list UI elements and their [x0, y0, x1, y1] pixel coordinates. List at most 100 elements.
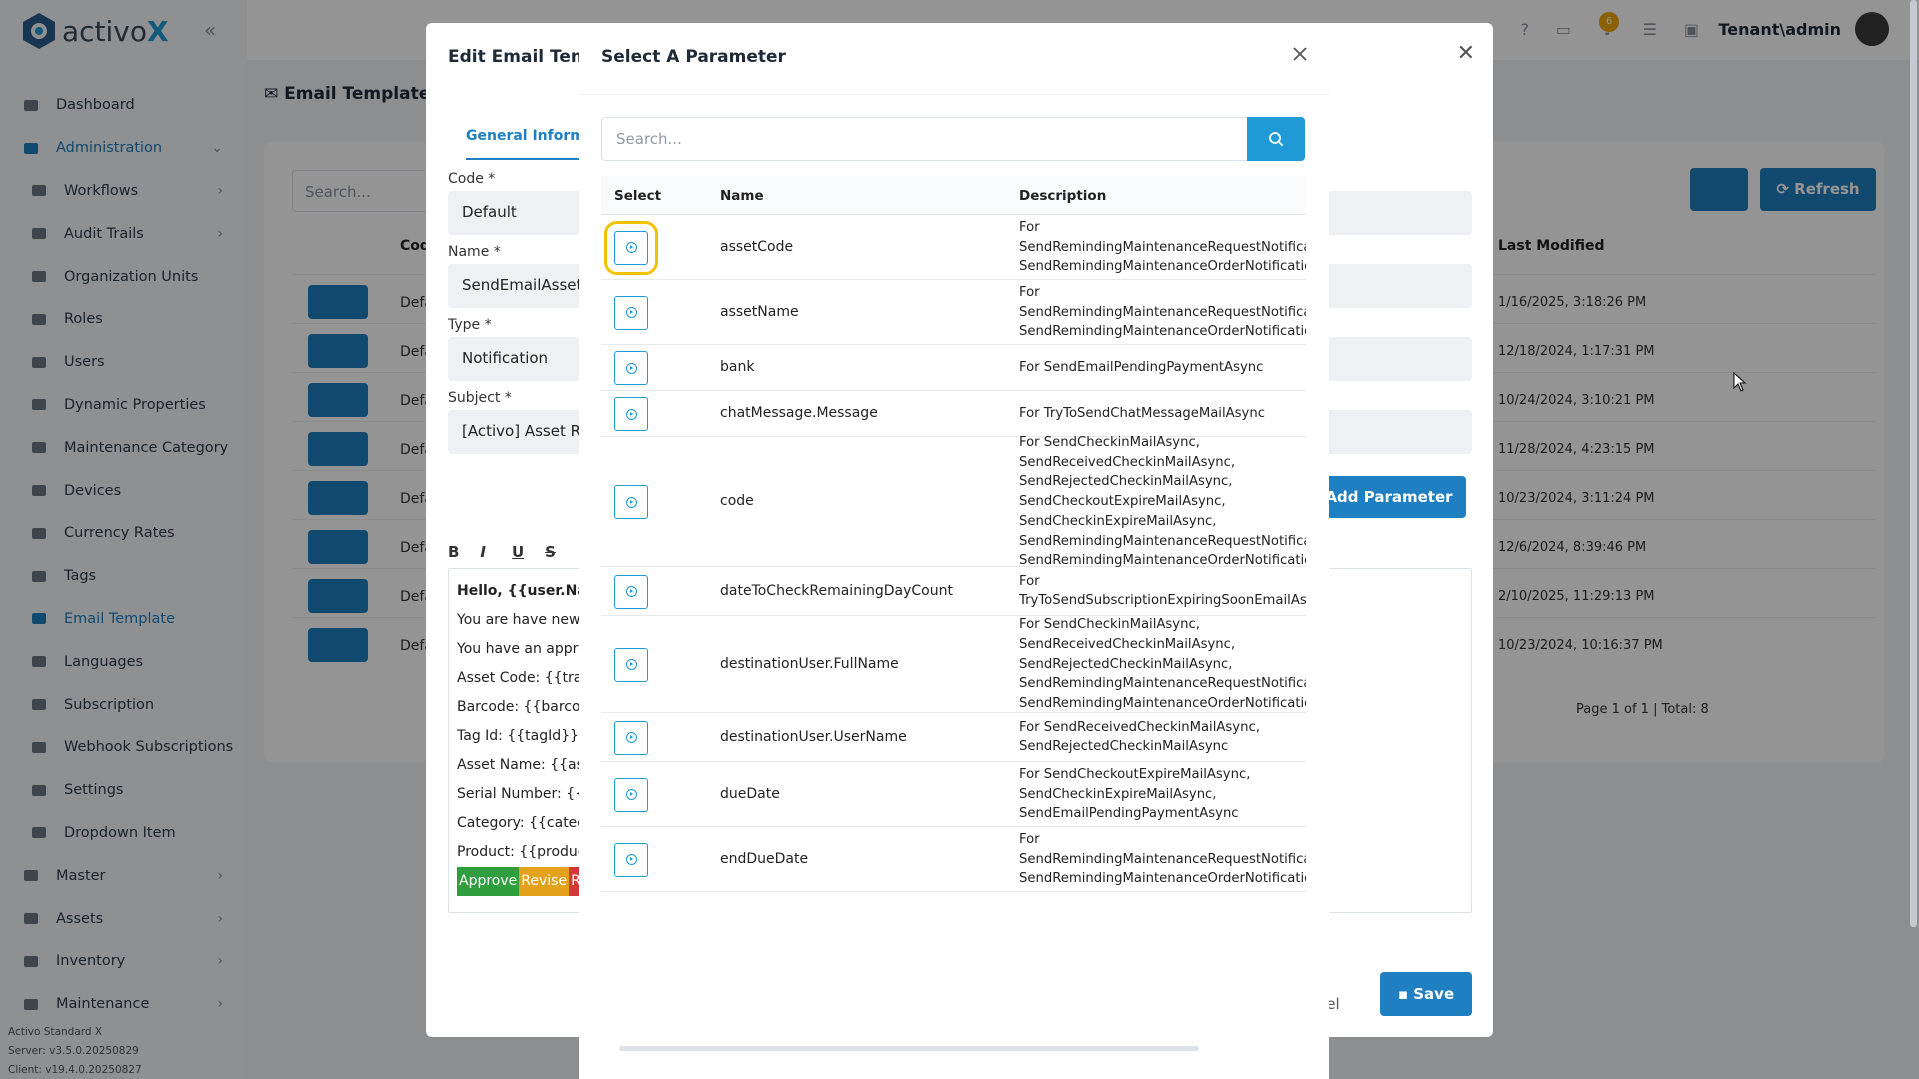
- parameter-name: code: [720, 493, 754, 509]
- play-circle-icon: [625, 659, 637, 670]
- param-search-button[interactable]: [1247, 117, 1305, 161]
- select-parameter-button[interactable]: [614, 485, 648, 519]
- play-circle-icon: [625, 586, 637, 597]
- select-parameter-button[interactable]: [614, 842, 648, 877]
- description-line: SendRejectedCheckinMailAsync,: [1019, 474, 1233, 490]
- description-line: For TryToSendChatMessageMailAsync: [1019, 406, 1265, 422]
- table-row: chatMessage.Message For TryToSendChatMess…: [601, 391, 1306, 437]
- description-line: SendRemindingMaintenanceRequestNotificat…: [1019, 239, 1306, 255]
- table-row: dateToCheckRemainingDayCount For TryToSend…: [601, 567, 1306, 616]
- description-line: SendReceivedCheckinMailAsync,: [1019, 636, 1236, 652]
- parameter-name: assetName: [720, 303, 799, 320]
- subject-label: Subject *: [448, 390, 512, 406]
- parameter-table: Select Name Description assetCode For Send…: [601, 176, 1306, 1043]
- description-line: SendRemindingMaintenanceOrderNotificatio…: [1019, 696, 1306, 712]
- parameter-description: For SendRemindingMaintenanceRequestNotifi…: [1019, 830, 1306, 889]
- parameter-description: For SendCheckoutExpireMailAsync, SendChec…: [1019, 765, 1306, 824]
- description-line: SendRemindingMaintenanceRequestNotificat…: [1019, 304, 1306, 320]
- parameter-name: destinationUser.FullName: [720, 655, 899, 672]
- table-row: bank For SendEmailPendingPaymentAsync: [601, 345, 1306, 391]
- select-parameter-button[interactable]: [614, 295, 648, 330]
- select-parameter-button[interactable]: [614, 777, 648, 812]
- parameter-description: For SendCheckinMailAsync, SendReceivedChe…: [1019, 615, 1306, 714]
- param-modal-title: Select A Parameter: [601, 47, 786, 67]
- strikethrough-icon[interactable]: S: [545, 543, 556, 561]
- description-line: SendCheckoutExpireMailAsync,: [1019, 494, 1226, 510]
- window-scrollbar[interactable]: [1910, 0, 1917, 927]
- approve-link[interactable]: Approve: [457, 867, 520, 896]
- parameter-name: dateToCheckRemainingDayCount: [720, 582, 953, 599]
- bold-icon[interactable]: B: [448, 543, 459, 561]
- play-circle-icon: [625, 732, 637, 743]
- table-header: Select Name Description: [601, 176, 1306, 215]
- parameter-name: assetCode: [720, 238, 794, 255]
- revise-link[interactable]: Revise: [519, 867, 570, 896]
- parameter-name: endDueDate: [720, 850, 809, 867]
- edit-modal-title: Edit Email Temp: [448, 47, 601, 67]
- search-icon: [1269, 132, 1284, 147]
- parameter-description: For SendEmailPendingPaymentAsync: [1019, 358, 1306, 378]
- parameter-name: dueDate: [720, 785, 780, 802]
- play-circle-icon: [625, 789, 637, 800]
- description-line: For: [1019, 219, 1040, 235]
- column-description[interactable]: Description: [1019, 188, 1106, 204]
- divider: [579, 94, 1329, 95]
- close-icon[interactable]: [1289, 43, 1311, 65]
- play-circle-icon: [625, 854, 637, 865]
- column-select: Select: [614, 188, 662, 204]
- table-row: assetCode For SendRemindingMaintenanceRequ…: [601, 215, 1306, 280]
- code-label: Code *: [448, 171, 496, 187]
- mouse-cursor-icon: [1733, 372, 1747, 392]
- editor-toolbar: B I U S: [448, 543, 556, 561]
- edit-close-icon[interactable]: ✕: [1457, 41, 1475, 66]
- description-line: SendRemindingMaintenanceOrderNotificatio…: [1019, 871, 1306, 887]
- description-line: SendCheckinExpireMailAsync,: [1019, 513, 1217, 529]
- table-row: endDueDate For SendRemindingMaintenanceReq…: [601, 827, 1306, 892]
- save-icon: ▪: [1397, 985, 1414, 1003]
- description-line: SendRemindingMaintenanceRequestNotificat…: [1019, 676, 1306, 692]
- description-line: SendCheckinExpireMailAsync,: [1019, 786, 1217, 802]
- play-circle-icon: [625, 496, 637, 508]
- table-row: dueDate For SendCheckoutExpireMailAsync, S…: [601, 762, 1306, 827]
- description-line: SendRejectedCheckinMailAsync: [1019, 739, 1229, 755]
- select-parameter-modal: Select A Parameter Select Name Descripti…: [579, 23, 1329, 1079]
- description-line: For SendReceivedCheckinMailAsync,: [1019, 719, 1260, 735]
- description-line: SendReceivedCheckinMailAsync,: [1019, 454, 1236, 470]
- select-parameter-button[interactable]: [614, 647, 648, 682]
- description-line: For SendEmailPendingPaymentAsync: [1019, 360, 1264, 376]
- parameter-description: For SendCheckinMailAsync, SendReceivedChe…: [1019, 433, 1306, 572]
- play-circle-icon: [625, 408, 637, 420]
- description-line: SendRemindingMaintenanceOrderNotificatio…: [1019, 324, 1306, 340]
- description-line: TryToSendSubscriptionExpiringSoonEmailAs…: [1019, 593, 1306, 609]
- horizontal-scrollbar[interactable]: [601, 1045, 1306, 1053]
- param-search-input[interactable]: [601, 117, 1247, 161]
- description-line: For: [1019, 831, 1040, 847]
- table-row: destinationUser.UserName For SendReceived…: [601, 713, 1306, 762]
- description-line: For: [1019, 573, 1040, 589]
- add-parameter-button[interactable]: Add Parameter: [1312, 476, 1466, 518]
- description-line: For SendCheckoutExpireMailAsync,: [1019, 766, 1251, 782]
- column-name[interactable]: Name: [720, 188, 764, 204]
- parameter-name: destinationUser.UserName: [720, 728, 907, 745]
- description-line: SendEmailPendingPaymentAsync: [1019, 806, 1239, 822]
- play-circle-icon: [625, 362, 637, 374]
- parameter-description: For SendRemindingMaintenanceRequestNotifi…: [1019, 283, 1306, 342]
- description-line: For SendCheckinMailAsync,: [1019, 434, 1200, 450]
- description-line: For SendCheckinMailAsync,: [1019, 617, 1200, 632]
- description-line: SendRejectedCheckinMailAsync,: [1019, 656, 1233, 672]
- description-line: For: [1019, 284, 1040, 300]
- parameter-description: For TryToSendChatMessageMailAsync: [1019, 404, 1306, 424]
- italic-icon[interactable]: I: [480, 543, 486, 561]
- select-parameter-button[interactable]: [614, 351, 648, 385]
- description-line: SendRemindingMaintenanceRequestNotificat…: [1019, 851, 1306, 867]
- select-parameter-button[interactable]: [604, 220, 658, 275]
- underline-icon[interactable]: U: [512, 543, 524, 561]
- parameter-description: For TryToSendSubscriptionExpiringSoonEmai…: [1019, 572, 1306, 612]
- select-parameter-button[interactable]: [614, 397, 648, 431]
- save-button[interactable]: ▪ Save: [1380, 972, 1472, 1016]
- type-label: Type *: [448, 317, 492, 333]
- select-parameter-button[interactable]: [614, 720, 648, 755]
- parameter-description: For SendReceivedCheckinMailAsync, SendRej…: [1019, 718, 1306, 758]
- select-parameter-button[interactable]: [614, 574, 648, 609]
- parameter-description: For SendRemindingMaintenanceRequestNotifi…: [1019, 218, 1306, 277]
